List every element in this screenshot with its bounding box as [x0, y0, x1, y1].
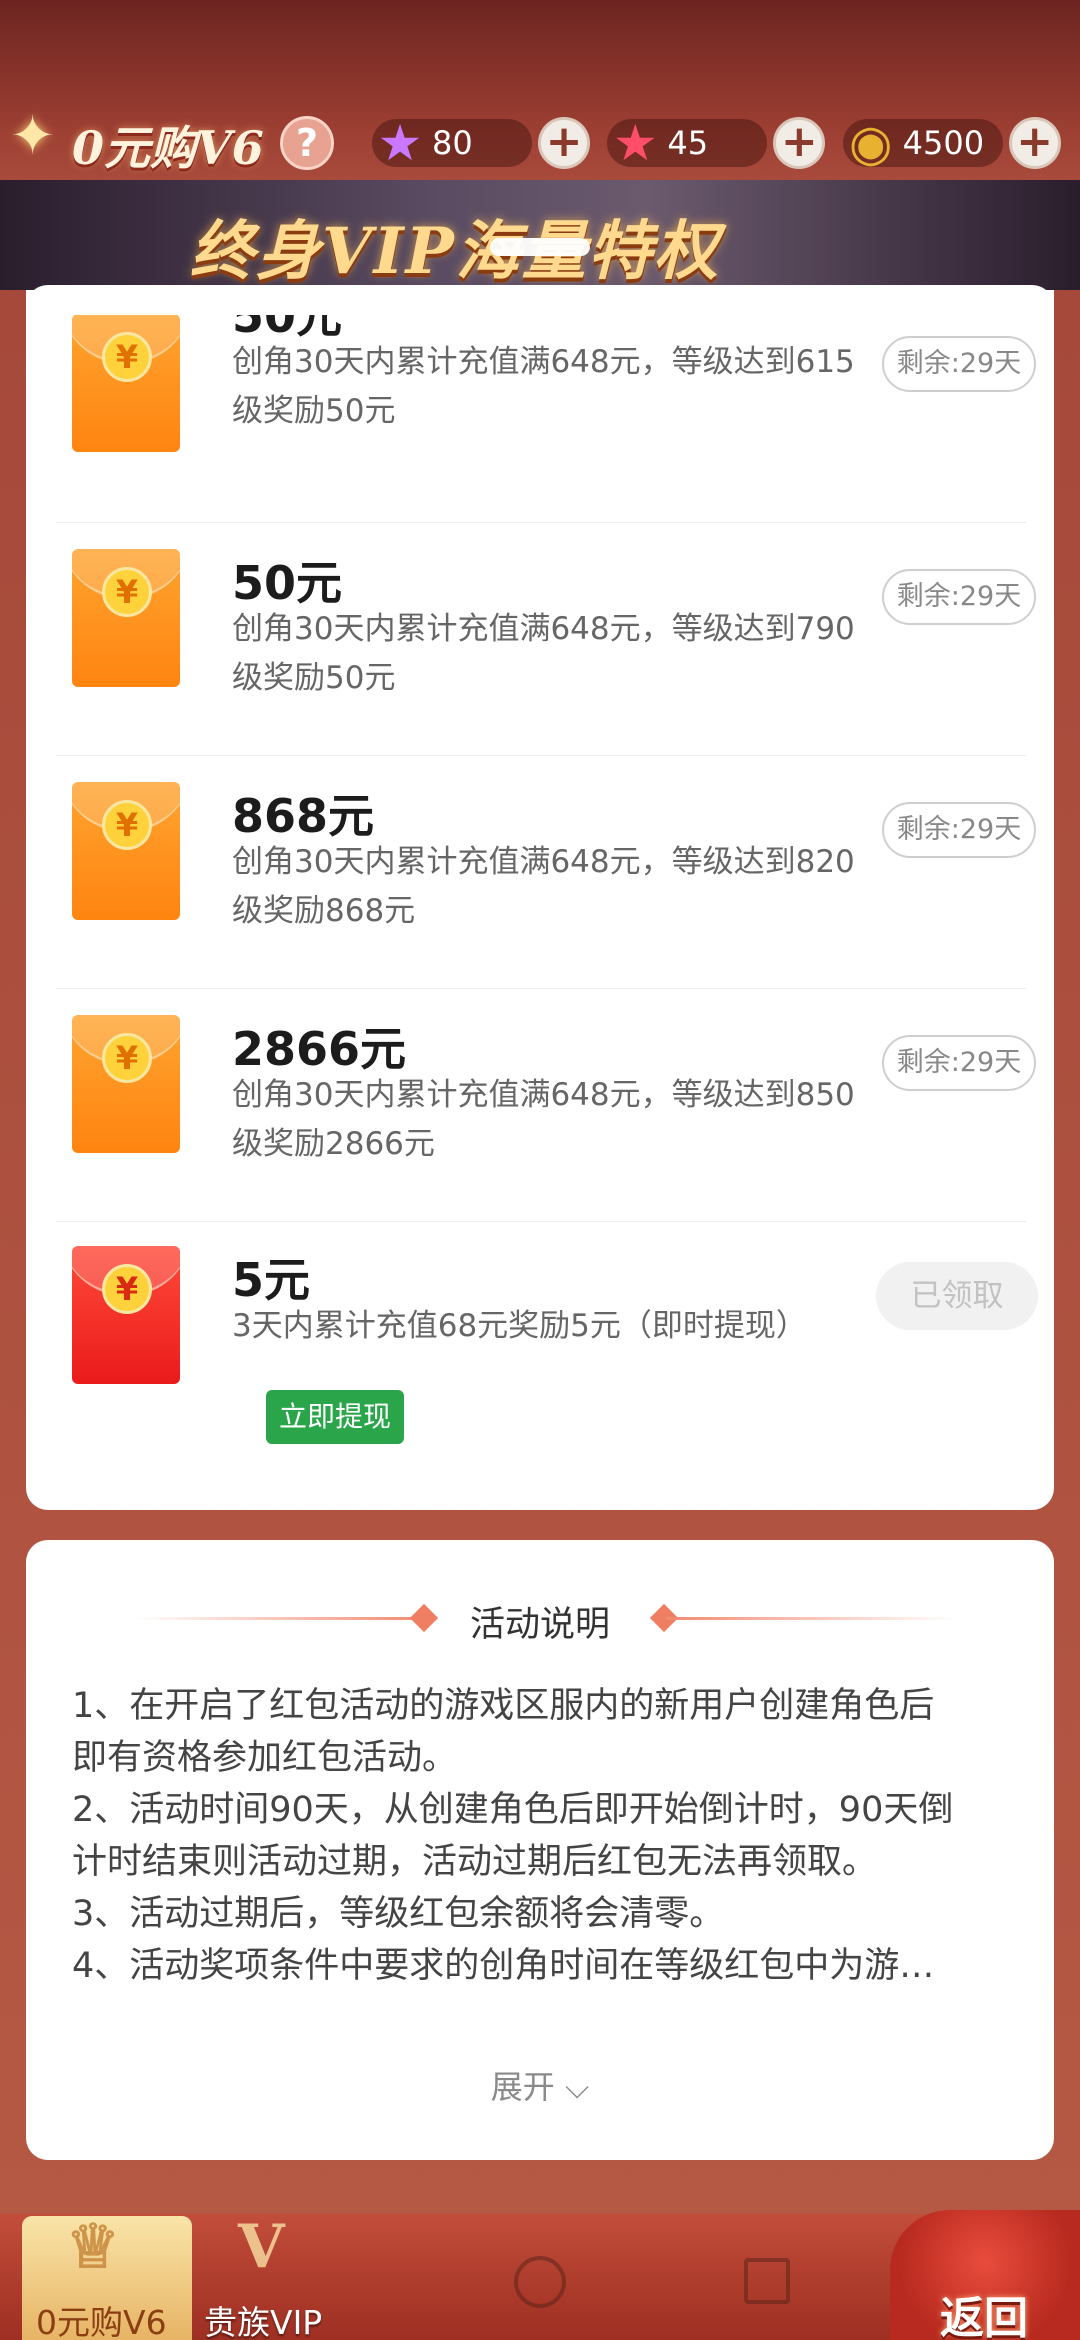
sheet-drag-handle[interactable] [490, 238, 590, 256]
add-purple-gem-button[interactable]: + [538, 117, 590, 169]
page-title: 0元购V6 [72, 121, 264, 175]
reward-amount: 50元 [232, 556, 343, 610]
remaining-days-badge: 剩余:29天 [882, 336, 1036, 392]
reward-row: ¥ 5元 3天内累计充值68元奖励5元（即时提现） 已领取 立即提现 [56, 1222, 1038, 1510]
purple-star-gem-icon: ★ [377, 114, 423, 172]
red-envelope-icon: ¥ [72, 1246, 180, 1384]
remaining-days-badge: 剩余:29天 [882, 569, 1036, 625]
return-label: 返回 [940, 2293, 1028, 2340]
currency-red-gem: ★ 45 + [607, 114, 836, 172]
activity-info-card: 活动说明 1、在开启了红包活动的游戏区服内的新用户创建角色后 即有资格参加红包活… [26, 1540, 1054, 2160]
reward-row: ¥ 2866元 创角30天内累计充值满648元，等级达到850级奖励2866元 … [56, 989, 1036, 1222]
reward-description: 3天内累计充值68元奖励5元（即时提现） [232, 1308, 807, 1344]
add-red-gem-button[interactable]: + [773, 117, 826, 169]
reward-description: 创角30天内累计充值满648元，等级达到820级奖励868元 [232, 844, 855, 929]
card-top-edge [26, 285, 1054, 315]
expand-button[interactable]: 展开 ⌵ [26, 2062, 1054, 2108]
red-envelope-icon: ¥ [72, 1015, 180, 1153]
reward-amount: 2866元 [232, 1022, 407, 1076]
red-envelope-icon: ¥ [72, 549, 180, 687]
reward-row: ¥ 50元 创角30天内累计充值满648元，等级达到615级奖励50元 剩余:2… [56, 290, 1036, 523]
add-gold-coin-button[interactable]: + [1008, 117, 1061, 169]
help-button[interactable]: ? [280, 116, 334, 170]
yuan-coin-icon: ¥ [102, 567, 152, 617]
activity-info-text: 1、在开启了红包活动的游戏区服内的新用户创建角色后 即有资格参加红包活动。 2、… [72, 1680, 1032, 1992]
system-home-icon[interactable] [514, 2256, 566, 2308]
remaining-days-badge: 剩余:29天 [882, 1035, 1036, 1091]
reward-description: 创角30天内累计充值满648元，等级达到790级奖励50元 [232, 611, 855, 696]
currency-gold-coin: ◉ 4500 + [842, 114, 1072, 172]
reward-row: ¥ 868元 创角30天内累计充值满648元，等级达到820级奖励868元 剩余… [56, 756, 1036, 989]
divider-line [666, 1617, 956, 1620]
reward-description: 创角30天内累计充值满648元，等级达到615级奖励50元 [232, 344, 855, 429]
yuan-coin-icon: ¥ [102, 332, 152, 382]
reward-list-card: ¥ 50元 创角30天内累计充值满648元，等级达到615级奖励50元 剩余:2… [26, 290, 1054, 1510]
info-line: 即有资格参加红包活动。 [72, 1738, 458, 1778]
info-line: 1、在开启了红包活动的游戏区服内的新用户创建角色后 [72, 1686, 935, 1726]
info-line: 计时结束则活动过期，活动过期后红包无法再领取。 [72, 1842, 878, 1882]
yuan-coin-icon: ¥ [102, 1033, 152, 1083]
reward-amount: 5元 [232, 1253, 311, 1307]
crown-emblem-icon: ♕ [66, 2212, 120, 2282]
info-line: 4、活动奖项条件中要求的创角时间在等级红包中为游… [72, 1946, 935, 1986]
tab-label: 0元购V6 [36, 2303, 167, 2340]
reward-row: ¥ 50元 创角30天内累计充值满648元，等级达到790级奖励50元 剩余:2… [56, 523, 1036, 756]
game-header: ✦ 0元购V6 ? ★ 80 + ★ 45 + ◉ 4500 + 终身VIP海量… [0, 0, 1080, 290]
red-envelope-icon: ¥ [72, 782, 180, 920]
red-star-gem-icon: ★ [612, 114, 658, 172]
currency-bar: ★ 80 + ★ 45 + ◉ 4500 + [372, 112, 1072, 174]
info-line: 3、活动过期后，等级红包余额将会清零。 [72, 1894, 725, 1934]
withdraw-now-button[interactable]: 立即提现 [266, 1390, 404, 1444]
activity-info-title: 活动说明 [469, 1605, 610, 1645]
red-envelope-icon: ¥ [72, 314, 180, 452]
gold-coin-icon: ◉ [848, 114, 893, 172]
claimed-button[interactable]: 已领取 [876, 1262, 1038, 1330]
currency-purple-gem: ★ 80 + [372, 114, 601, 172]
system-recents-icon[interactable] [744, 2258, 790, 2304]
info-line: 2、活动时间90天，从创建角色后即开始倒计时，90天倒 [72, 1790, 954, 1830]
remaining-days-badge: 剩余:29天 [882, 802, 1036, 858]
reward-description: 创角30天内累计充值满648元，等级达到850级奖励2866元 [232, 1077, 855, 1162]
vip-emblem-icon: V [238, 2212, 285, 2282]
banner-text: 终身VIP海量特权 [190, 214, 720, 289]
vip-banner: 终身VIP海量特权 [0, 180, 1080, 290]
reward-amount: 868元 [232, 789, 375, 843]
yuan-coin-icon: ¥ [102, 1264, 152, 1314]
sparkle-icon: ✦ [10, 104, 56, 167]
yuan-coin-icon: ¥ [102, 800, 152, 850]
